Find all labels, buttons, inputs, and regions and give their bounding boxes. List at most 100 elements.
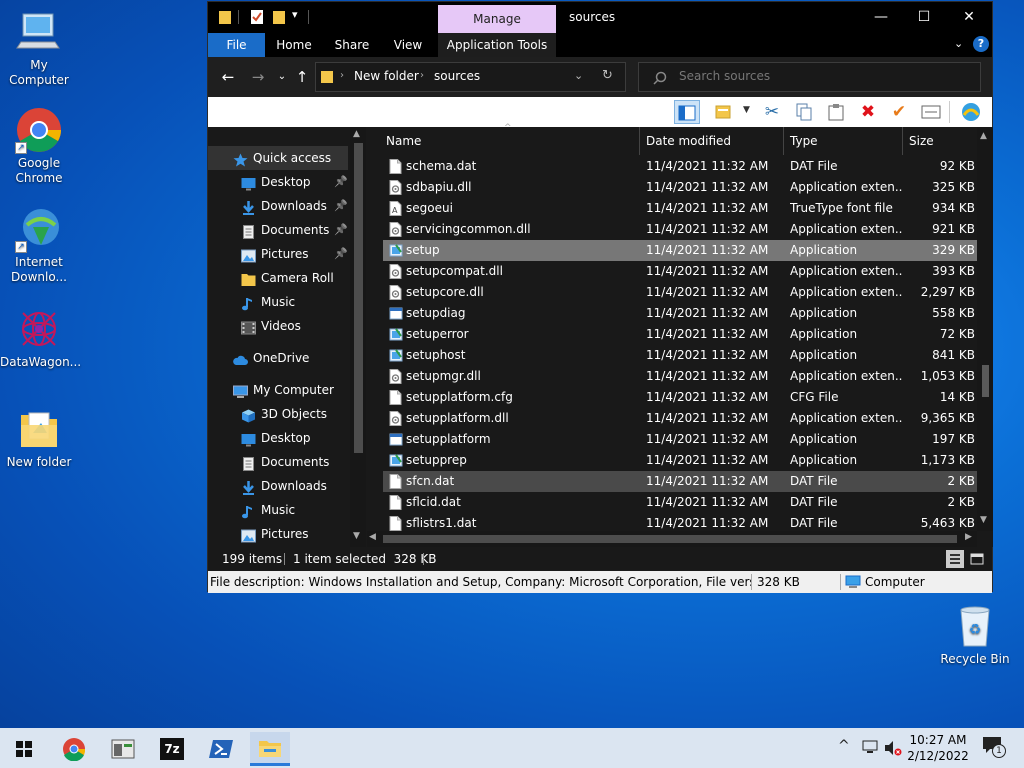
minimize-button[interactable]: —	[858, 2, 904, 32]
file-row[interactable]: setupprep 11/4/2021 11:32 AM Application 1,…	[383, 450, 977, 471]
large-icons-view-button[interactable]	[968, 550, 986, 568]
nav-scroll-thumb[interactable]	[354, 143, 363, 453]
nav-item-downloads[interactable]: Downloads 📌	[208, 194, 348, 218]
file-row[interactable]: Asegoeui 11/4/2021 11:32 AM TrueType font …	[383, 198, 977, 219]
scroll-up-icon[interactable]: ▲	[980, 131, 987, 141]
customize-quick-access-icon[interactable]: ▾	[292, 8, 298, 21]
close-button[interactable]: ✕	[946, 2, 992, 32]
nav-item-videos[interactable]: Videos	[208, 314, 348, 338]
system-clock[interactable]: 10:27 AM 2/12/2022	[906, 732, 970, 764]
desktop-icon-datawagon[interactable]: DataWagon...	[0, 305, 81, 370]
file-row[interactable]: setupcompat.dll 11/4/2021 11:32 AM Applica…	[383, 261, 977, 282]
recent-locations-button[interactable]: ⌄	[272, 67, 292, 87]
address-dropdown-icon[interactable]: ⌄	[574, 69, 583, 82]
pin-icon[interactable]: 📌	[334, 242, 348, 266]
pin-icon[interactable]: 📌	[334, 194, 348, 218]
nav-item-music[interactable]: Music	[208, 498, 348, 522]
maximize-button[interactable]: ☐	[901, 2, 947, 32]
taskbar-my-computer[interactable]	[103, 732, 143, 766]
desktop-icon-new-folder[interactable]: New folder	[0, 405, 78, 470]
pin-icon[interactable]: 📌	[334, 218, 348, 242]
nav-item-music[interactable]: Music	[208, 290, 348, 314]
search-input[interactable]: Search sources	[638, 62, 981, 92]
pin-icon[interactable]: 📌	[334, 170, 348, 194]
taskbar-7zip[interactable]: 7z	[152, 732, 192, 766]
file-row[interactable]: setuphost 11/4/2021 11:32 AM Application 84…	[383, 345, 977, 366]
tab-share[interactable]: Share	[330, 33, 374, 57]
breadcrumb-sources[interactable]: sources	[434, 69, 480, 83]
taskbar-powershell[interactable]	[201, 732, 241, 766]
file-row[interactable]: servicingcommon.dll 11/4/2021 11:32 AM App…	[383, 219, 977, 240]
network-button[interactable]	[958, 100, 984, 124]
nav-item-3d-objects[interactable]: 3D Objects	[208, 402, 348, 426]
desktop-icon-recycle-bin[interactable]: ♻ Recycle Bin	[936, 602, 1014, 667]
nav-item-pictures[interactable]: Pictures	[208, 522, 348, 546]
column-size[interactable]: Size	[903, 127, 977, 155]
new-folder-icon[interactable]	[272, 9, 286, 25]
tab-file[interactable]: File	[208, 33, 265, 57]
file-list-horizontal-scrollbar[interactable]: ◀ ▶	[367, 531, 977, 547]
horizontal-scroll-thumb[interactable]	[383, 535, 957, 543]
nav-item-quick-access[interactable]: Quick access	[208, 146, 348, 170]
address-bar[interactable]: › New folder › sources ⌄ ↻	[315, 62, 626, 92]
volume-muted-icon[interactable]	[884, 740, 902, 756]
details-view-button[interactable]	[946, 550, 964, 568]
column-date-modified[interactable]: Date modified	[640, 127, 784, 155]
file-row[interactable]: setupplatform 11/4/2021 11:32 AM Applicati…	[383, 429, 977, 450]
up-button[interactable]: ↑	[292, 67, 312, 87]
email-button[interactable]	[918, 100, 944, 124]
desktop-icon-google-chrome[interactable]: ↗ Google Chrome	[0, 106, 78, 186]
tab-application-tools[interactable]: Application Tools	[438, 33, 556, 57]
cut-button[interactable]: ✂	[759, 100, 785, 124]
nav-item-downloads[interactable]: Downloads	[208, 474, 348, 498]
forward-button[interactable]: →	[248, 67, 268, 87]
paste-button[interactable]	[823, 100, 849, 124]
desktop-icon-internet-download-manager[interactable]: ↗ Internet Downlo...	[0, 205, 78, 285]
column-name[interactable]: Name	[383, 127, 640, 155]
nav-item-my-computer[interactable]: My Computer	[208, 378, 348, 402]
scroll-right-icon[interactable]: ▶	[965, 532, 972, 542]
nav-item-documents[interactable]: Documents 📌	[208, 218, 348, 242]
file-row[interactable]: setuperror 11/4/2021 11:32 AM Application 7…	[383, 324, 977, 345]
file-row[interactable]: setupcore.dll 11/4/2021 11:32 AM Applicati…	[383, 282, 977, 303]
title-bar[interactable]: ▾ Manage sources — ☐ ✕	[208, 2, 992, 33]
file-row[interactable]: setupplatform.cfg 11/4/2021 11:32 AM CFG F…	[383, 387, 977, 408]
scroll-up-icon[interactable]: ▲	[353, 129, 360, 139]
dropdown-arrow-icon[interactable]: ▼	[743, 105, 750, 115]
nav-item-onedrive[interactable]: OneDrive	[208, 346, 348, 370]
nav-item-desktop[interactable]: Desktop	[208, 426, 348, 450]
nav-item-documents[interactable]: Documents	[208, 450, 348, 474]
file-row[interactable]: sflcid.dat 11/4/2021 11:32 AM DAT File 2 KB	[383, 492, 977, 513]
network-icon[interactable]	[862, 740, 880, 756]
column-type[interactable]: Type	[784, 127, 903, 155]
taskbar-chrome[interactable]	[54, 732, 94, 766]
delete-button[interactable]: ✖	[855, 100, 881, 124]
desktop-icon-my-computer[interactable]: My Computer	[0, 8, 78, 88]
properties-icon[interactable]	[250, 9, 264, 25]
nav-item-pictures[interactable]: Pictures 📌	[208, 242, 348, 266]
tab-home[interactable]: Home	[271, 33, 317, 57]
tab-view[interactable]: View	[388, 33, 428, 57]
properties-button[interactable]	[710, 100, 736, 124]
file-row[interactable]: setup 11/4/2021 11:32 AM Application 329 KB	[383, 240, 977, 261]
scroll-down-icon[interactable]: ▼	[980, 515, 987, 525]
taskbar-file-explorer[interactable]	[250, 732, 290, 766]
breadcrumb-new-folder[interactable]: New folder	[354, 69, 419, 83]
help-icon[interactable]: ?	[973, 36, 989, 52]
start-button[interactable]	[4, 732, 44, 766]
scroll-left-icon[interactable]: ◀	[369, 532, 376, 542]
action-center-button[interactable]: 1	[982, 736, 1008, 760]
expand-ribbon-icon[interactable]: ⌄	[954, 37, 963, 50]
nav-item-desktop[interactable]: Desktop 📌	[208, 170, 348, 194]
file-row[interactable]: setupplatform.dll 11/4/2021 11:32 AM Appli…	[383, 408, 977, 429]
rename-button[interactable]: ✔	[886, 100, 912, 124]
show-hidden-icons-chevron-icon[interactable]: ^	[838, 738, 850, 754]
file-list-scroll-thumb[interactable]	[982, 365, 989, 397]
file-list-vertical-scrollbar[interactable]: ▲ ▼	[977, 127, 993, 531]
file-row[interactable]: sfcn.dat 11/4/2021 11:32 AM DAT File 2 KB	[383, 471, 977, 492]
back-button[interactable]: ←	[218, 67, 238, 87]
refresh-icon[interactable]: ↻	[602, 68, 613, 83]
nav-item-camera-roll[interactable]: Camera Roll	[208, 266, 348, 290]
file-row[interactable]: sdbapiu.dll 11/4/2021 11:32 AM Application…	[383, 177, 977, 198]
file-row[interactable]: setupmgr.dll 11/4/2021 11:32 AM Applicatio…	[383, 366, 977, 387]
